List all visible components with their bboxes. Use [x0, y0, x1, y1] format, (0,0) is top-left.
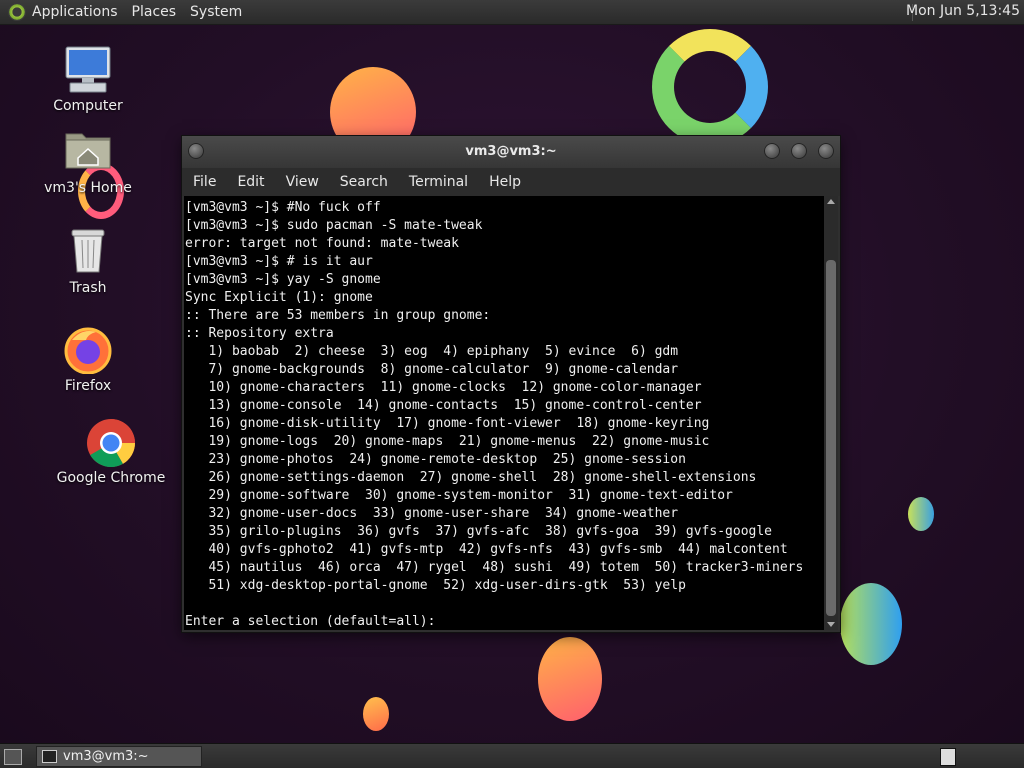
home-folder-icon — [62, 128, 114, 176]
menu-help[interactable]: Help — [489, 174, 521, 190]
terminal-line: 1) baobab 2) cheese 3) eog 4) epiphany 5… — [185, 344, 679, 359]
terminal-line: 32) gnome-user-docs 33) gnome-user-share… — [185, 506, 679, 521]
terminal-line: [vm3@vm3 ~]$ yay -S gnome — [185, 272, 381, 287]
terminal-line: 16) gnome-disk-utility 17) gnome-font-vi… — [185, 416, 710, 431]
wallpaper-ring — [652, 29, 768, 145]
desktop-icon-label: vm3's Home — [44, 180, 132, 196]
terminal-window[interactable]: vm3@vm3:~ File Edit View Search Terminal… — [182, 136, 840, 632]
chrome-icon — [85, 418, 137, 468]
desktop-icon-chrome[interactable]: Google Chrome — [56, 418, 166, 486]
desktop-icon-firefox[interactable]: Firefox — [33, 326, 143, 394]
terminal-line: [vm3@vm3 ~]$ sudo pacman -S mate-tweak — [185, 218, 483, 233]
terminal-line: :: There are 53 members in group gnome: — [185, 308, 491, 323]
terminal-line: 40) gvfs-gphoto2 41) gvfs-mtp 42) gvfs-n… — [185, 542, 788, 557]
show-desktop-icon[interactable] — [4, 749, 22, 765]
wallpaper-small-orange — [363, 697, 389, 731]
terminal-line: 29) gnome-software 30) gnome-system-moni… — [185, 488, 733, 503]
scroll-up-icon[interactable] — [827, 199, 835, 204]
wallpaper-blue-oval — [840, 583, 902, 665]
terminal-line: 26) gnome-settings-daemon 27) gnome-shel… — [185, 470, 757, 485]
minimize-button[interactable] — [764, 143, 780, 159]
desktop-icon-trash[interactable]: Trash — [33, 228, 143, 296]
distro-logo-icon[interactable] — [8, 3, 26, 21]
close-button[interactable] — [818, 143, 834, 159]
desktop-icon-label: Computer — [53, 98, 123, 114]
menu-terminal[interactable]: Terminal — [409, 174, 468, 190]
terminal-line: 13) gnome-console 14) gnome-contacts 15)… — [185, 398, 702, 413]
desktop-icon-label: Trash — [69, 280, 107, 296]
terminal-line: Sync Explicit (1): gnome — [185, 290, 373, 305]
maximize-button[interactable] — [791, 143, 807, 159]
scroll-down-icon[interactable] — [827, 622, 835, 627]
terminal-line: 23) gnome-photos 24) gnome-remote-deskto… — [185, 452, 686, 467]
top-panel: Applications Places System Mon Jun 5,13:… — [0, 0, 1024, 25]
desktop-icon-label: Firefox — [64, 378, 112, 394]
taskbar-task-label: vm3@vm3:~ — [63, 749, 149, 764]
bottom-panel: vm3@vm3:~ — [0, 743, 1024, 768]
menu-edit[interactable]: Edit — [237, 174, 264, 190]
terminal-line: 45) nautilus 46) orca 47) rygel 48) sush… — [185, 560, 804, 575]
desktop-icon-computer[interactable]: Computer — [33, 46, 143, 114]
taskbar-terminal-button[interactable]: vm3@vm3:~ — [36, 746, 202, 767]
terminal-line: 10) gnome-characters 11) gnome-clocks 12… — [185, 380, 702, 395]
terminal-line: 7) gnome-backgrounds 8) gnome-calculator… — [185, 362, 679, 377]
desktop-icon-home[interactable]: vm3's Home — [33, 128, 143, 196]
terminal-menubar: File Edit View Search Terminal Help — [182, 168, 840, 196]
trash-icon — [62, 228, 114, 276]
clock[interactable]: Mon Jun 5,13:45 — [906, 3, 1020, 19]
terminal-scrollbar[interactable] — [824, 196, 838, 630]
terminal-line: error: target not found: mate-tweak — [185, 236, 459, 251]
terminal-output[interactable]: [vm3@vm3 ~]$ #No fuck off [vm3@vm3 ~]$ su… — [184, 196, 824, 630]
terminal-line: Enter a selection (default=all): — [185, 614, 436, 629]
places-menu[interactable]: Places — [132, 4, 177, 20]
window-title: vm3@vm3:~ — [465, 144, 557, 159]
terminal-line: 19) gnome-logs 20) gnome-maps 21) gnome-… — [185, 434, 710, 449]
terminal-line: [vm3@vm3 ~]$ # is it aur — [185, 254, 373, 269]
menu-search[interactable]: Search — [340, 174, 388, 190]
menu-file[interactable]: File — [193, 174, 216, 190]
terminal-line: [vm3@vm3 ~]$ #No fuck off — [185, 200, 381, 215]
firefox-icon — [62, 326, 114, 375]
terminal-text: [vm3@vm3 ~]$ #No fuck off [vm3@vm3 ~]$ su… — [184, 196, 824, 631]
system-menu[interactable]: System — [190, 4, 242, 20]
terminal-icon — [42, 750, 57, 763]
terminal-line: :: Repository extra — [185, 326, 334, 341]
desktop-icon-label: Google Chrome — [56, 470, 166, 486]
workspace-switcher[interactable] — [940, 748, 956, 766]
scrollbar-thumb[interactable] — [826, 260, 836, 616]
terminal-line: 35) grilo-plugins 36) gvfs 37) gvfs-afc … — [185, 524, 772, 539]
computer-icon — [62, 46, 114, 94]
applications-menu[interactable]: Applications — [32, 4, 118, 20]
wallpaper-blue-pill — [908, 497, 934, 531]
wallpaper-orange-oval — [538, 637, 602, 721]
window-titlebar[interactable]: vm3@vm3:~ — [182, 136, 840, 168]
terminal-line: 51) xdg-desktop-portal-gnome 52) xdg-use… — [185, 578, 686, 593]
menu-view[interactable]: View — [286, 174, 319, 190]
